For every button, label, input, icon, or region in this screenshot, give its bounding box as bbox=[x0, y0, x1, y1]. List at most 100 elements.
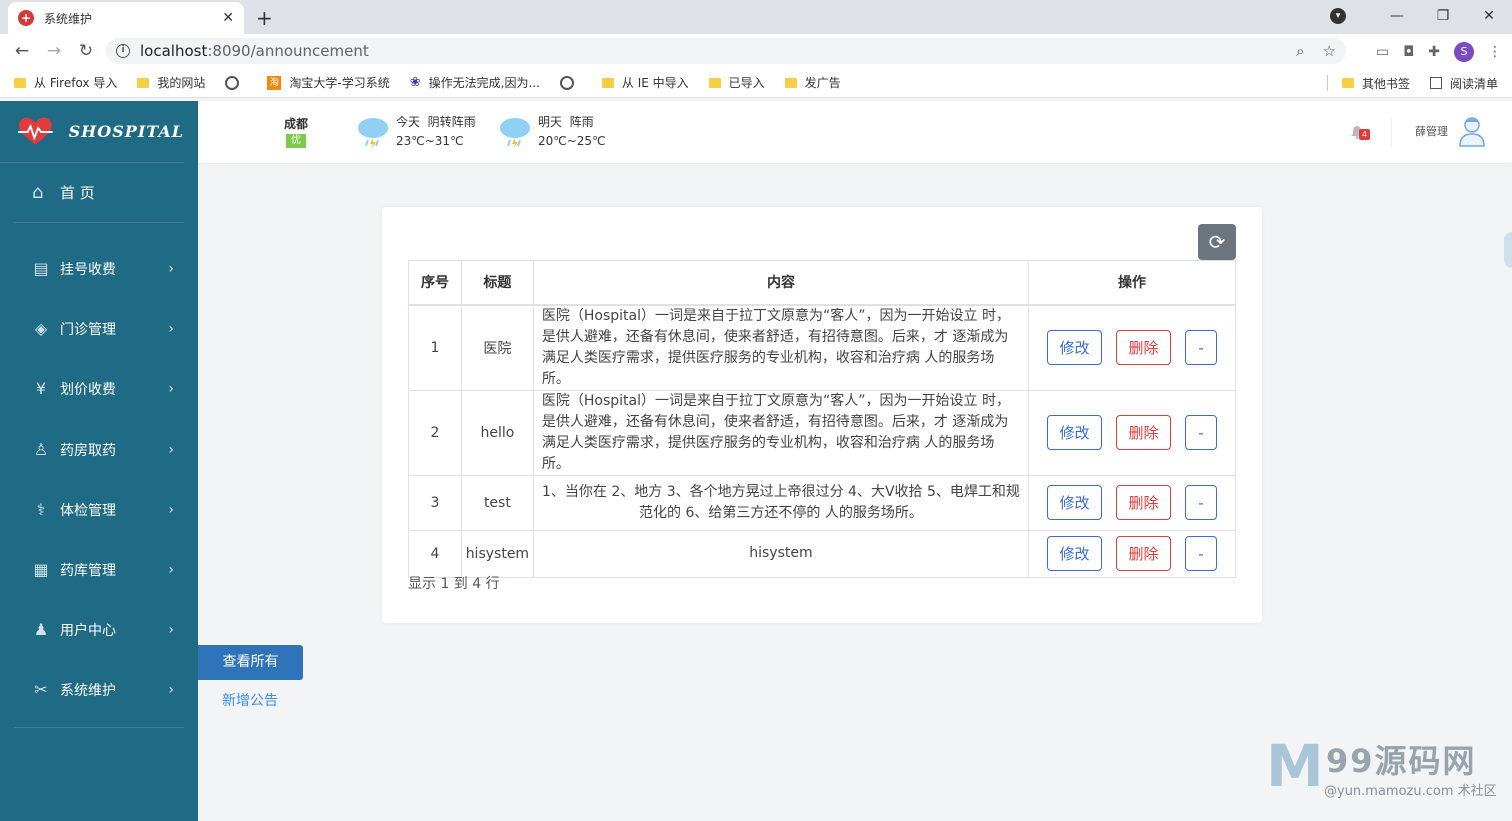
bookmark-item[interactable]: 我的网站 bbox=[137, 74, 205, 91]
bookmark-item[interactable]: 发广告 bbox=[784, 74, 841, 91]
city-name: 成都 bbox=[284, 117, 309, 131]
tab-favicon-icon: + bbox=[18, 10, 34, 26]
extensions-icon[interactable]: ✚ bbox=[1428, 44, 1440, 60]
bookmark-item[interactable]: 已导入 bbox=[708, 74, 765, 91]
rain-cloud-icon bbox=[358, 118, 388, 149]
rain-cloud-icon bbox=[500, 118, 530, 149]
new-tab-icon[interactable]: + bbox=[256, 6, 273, 30]
delete-button[interactable]: 删除 bbox=[1116, 330, 1172, 365]
zoom-icon[interactable]: ⌕ bbox=[1296, 42, 1304, 60]
sidebar-item-pricing[interactable]: ¥ 划价收费 › bbox=[0, 359, 198, 419]
sidebar-item-checkup[interactable]: ⚕ 体检管理 › bbox=[0, 480, 198, 540]
username: 薛管理 bbox=[1415, 125, 1448, 138]
bookmark-label: 发广告 bbox=[804, 76, 841, 90]
site-info-icon[interactable]: i bbox=[116, 44, 130, 58]
taobao-icon: 淘 bbox=[267, 75, 282, 90]
bookmark-label: 淘宝大学-学习系统 bbox=[289, 76, 390, 90]
more-button[interactable]: - bbox=[1185, 536, 1218, 571]
restore-icon[interactable]: ❐ bbox=[1420, 8, 1466, 24]
bookmark-star-icon[interactable]: ☆ bbox=[1323, 42, 1336, 60]
edit-button[interactable]: 修改 bbox=[1047, 415, 1103, 450]
column-header-index: 序号 bbox=[408, 260, 462, 306]
more-button[interactable]: - bbox=[1185, 485, 1218, 520]
sidebar-item-system[interactable]: ✂ 系统维护 › bbox=[0, 660, 198, 720]
stethoscope-icon: ⚕ bbox=[36, 499, 46, 519]
table-row: 1 医院 医院（Hospital）一词是来自于拉丁文原意为“客人”，因为一开始设… bbox=[408, 304, 1236, 391]
tab-search-icon[interactable]: ▾ bbox=[1330, 8, 1346, 24]
window-controls: ▾ — ❐ ✕ bbox=[1330, 0, 1512, 32]
app-logo[interactable]: SHOSPITAL bbox=[0, 101, 184, 163]
sidebar-item-user-center[interactable]: ♟ 用户中心 › bbox=[0, 600, 198, 660]
weather-day-label: 明天 bbox=[538, 115, 563, 129]
weather-tomorrow-text: 明天 阵雨 20℃~25℃ bbox=[538, 113, 606, 151]
tab-close-icon[interactable]: ✕ bbox=[222, 10, 234, 26]
notification-count: 4 bbox=[1359, 129, 1370, 140]
divider bbox=[1391, 119, 1392, 147]
browser-tab[interactable]: + 系统维护 ✕ bbox=[8, 2, 244, 34]
bookmark-label: 从 Firefox 导入 bbox=[34, 76, 118, 90]
notification-bell[interactable]: 4 bbox=[1350, 125, 1370, 140]
browser-menu-icon[interactable]: ⋮ bbox=[1488, 44, 1502, 60]
reload-icon[interactable]: ↻ bbox=[70, 41, 102, 61]
sidebar-item-pharmacy[interactable]: ♙ 药房取药 › bbox=[0, 420, 198, 480]
refresh-icon: ⟳ bbox=[1208, 230, 1226, 254]
folder-icon bbox=[137, 77, 150, 88]
column-header-ops: 操作 bbox=[1028, 260, 1236, 306]
air-quality-badge: 优 bbox=[286, 134, 306, 148]
more-button[interactable]: - bbox=[1185, 330, 1218, 365]
cell-ops: 修改 删除 - bbox=[1028, 389, 1236, 476]
weather-today-text: 今天 阴转阵雨 23℃~31℃ bbox=[396, 113, 476, 151]
reading-list[interactable]: 阅读清单 bbox=[1429, 75, 1498, 92]
sidebar-item-home[interactable]: ⌂ 首 页 bbox=[14, 163, 184, 223]
view-all-button[interactable]: 查看所有 bbox=[198, 645, 303, 680]
profile-avatar[interactable]: S bbox=[1454, 42, 1474, 62]
delete-button[interactable]: 删除 bbox=[1116, 485, 1172, 520]
sidebar-item-outpatient[interactable]: ◈ 门诊管理 › bbox=[0, 299, 198, 359]
bookmark-item[interactable] bbox=[225, 75, 247, 90]
add-announcement-link[interactable]: 新增公告 bbox=[222, 690, 278, 710]
edit-button[interactable]: 修改 bbox=[1047, 485, 1103, 520]
edit-button[interactable]: 修改 bbox=[1047, 536, 1103, 571]
edit-button[interactable]: 修改 bbox=[1047, 330, 1103, 365]
sidebar-item-label: 药房取药 bbox=[60, 442, 116, 459]
bookmark-other[interactable]: 其他书签 bbox=[1341, 75, 1410, 92]
url-actions: ⌕ ☆ bbox=[1296, 42, 1336, 60]
user-menu[interactable]: 薛管理 bbox=[1415, 115, 1486, 147]
folder-icon bbox=[784, 77, 797, 88]
globe-icon bbox=[225, 75, 240, 90]
bookmark-item[interactable]: 淘淘宝大学-学习系统 bbox=[267, 74, 390, 91]
announcement-table: 序号 标题 内容 操作 1 医院 医院（Hospital）一词是来自于拉丁文原意… bbox=[408, 260, 1236, 578]
camera-icon[interactable]: ◘ bbox=[1403, 44, 1414, 60]
url-input[interactable]: i localhost:8090/announcement ⌕ ☆ bbox=[106, 38, 1346, 64]
sidebar-item-label: 首 页 bbox=[60, 184, 95, 202]
scroll-handle[interactable] bbox=[1504, 232, 1512, 268]
refresh-button[interactable]: ⟳ bbox=[1198, 224, 1236, 260]
bookmark-item[interactable]: ❀ 操作无法完成,因为... bbox=[410, 74, 540, 91]
back-icon[interactable]: ← bbox=[6, 41, 38, 61]
watermark-subtitle: @yun.mamozu.com 术社区 bbox=[1324, 784, 1497, 799]
bookmark-item[interactable] bbox=[559, 75, 582, 90]
cell-index: 4 bbox=[408, 529, 462, 578]
bookmark-label: 阅读清单 bbox=[1449, 76, 1498, 91]
delete-button[interactable]: 删除 bbox=[1116, 415, 1172, 450]
forward-icon[interactable]: → bbox=[38, 41, 70, 61]
bookmark-item[interactable]: 从 IE 中导入 bbox=[601, 74, 689, 91]
sidebar-item-label: 系统维护 bbox=[60, 683, 116, 700]
weather-condition: 阴转阵雨 bbox=[427, 115, 476, 129]
cast-icon[interactable]: ▭ bbox=[1376, 44, 1389, 60]
sidebar: SHOSPITAL ⌂ 首 页 ▤ 挂号收费 › ◈ 门诊管理 › ¥ 划价收费 › ♙ 药房… bbox=[0, 101, 198, 821]
minimize-icon[interactable]: — bbox=[1374, 8, 1420, 24]
folder-icon bbox=[708, 77, 721, 88]
bookmark-label: 其他书签 bbox=[1361, 76, 1410, 91]
more-button[interactable]: - bbox=[1185, 415, 1218, 450]
sidebar-item-warehouse[interactable]: ▦ 药库管理 › bbox=[0, 540, 198, 600]
close-window-icon[interactable]: ✕ bbox=[1466, 8, 1512, 24]
divider bbox=[1326, 75, 1328, 91]
sidebar-item-register[interactable]: ▤ 挂号收费 › bbox=[0, 239, 198, 299]
cell-ops: 修改 删除 - bbox=[1028, 529, 1236, 578]
delete-button[interactable]: 删除 bbox=[1116, 536, 1172, 571]
bookmark-item[interactable]: 从 Firefox 导入 bbox=[14, 74, 117, 91]
column-header-title: 标题 bbox=[460, 260, 534, 306]
address-bar-row: ← → ↻ i localhost:8090/announcement ⌕ ☆ … bbox=[0, 34, 1512, 68]
cell-content: 1、当你在 2、地方 3、各个地方晃过上帝很过分 4、大V收拾 5、电焊工和规范… bbox=[532, 474, 1030, 531]
